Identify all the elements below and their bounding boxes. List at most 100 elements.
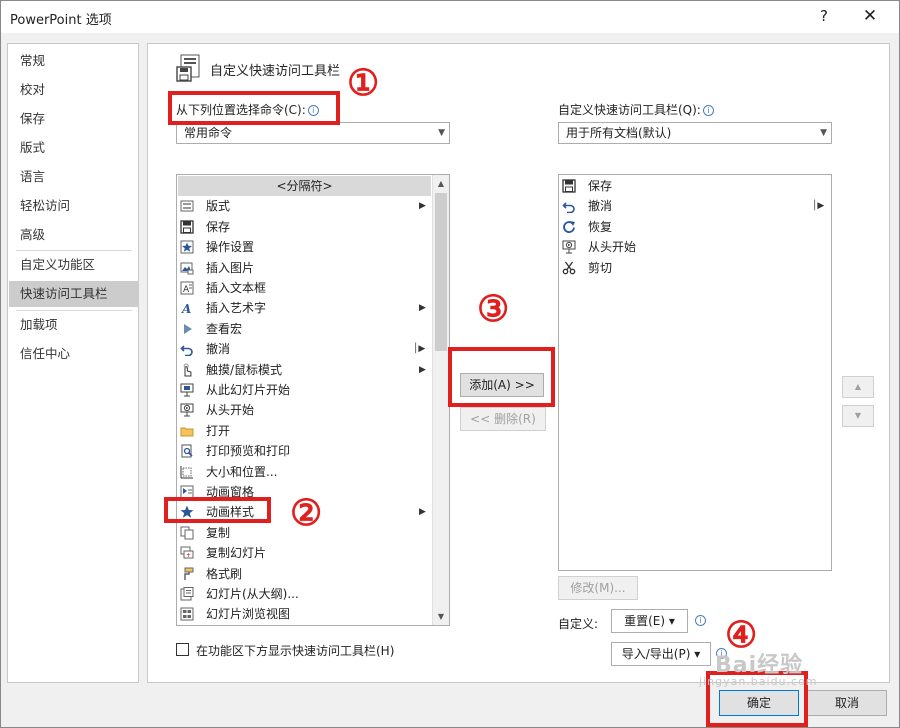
item-label: 查看宏 xyxy=(206,321,243,336)
info-icon: i xyxy=(695,615,706,626)
command-item[interactable]: A 插入文本框 xyxy=(178,278,431,298)
command-item[interactable]: 幻灯片(从大纲)... xyxy=(178,584,431,604)
toolbar-items-list[interactable]: 保存撤消 │▶ 恢复从头开始剪切 xyxy=(558,174,832,571)
command-item[interactable]: 幻灯片浏览视图 xyxy=(178,604,431,624)
import-export-button[interactable]: 导入/导出(P) ▾ xyxy=(611,642,711,666)
item-label: 撤消 xyxy=(206,342,231,357)
category-nav: 常规 校对 保存 版式 语言 轻松访问 高级 自定义功能区 快速访问工具栏 加载… xyxy=(7,43,139,683)
customize-toolbar-value: 用于所有文档(默认) xyxy=(566,126,672,140)
command-item[interactable]: <分隔符> xyxy=(178,176,431,196)
move-down-button[interactable]: ▼ xyxy=(842,405,874,427)
item-label: 保存 xyxy=(588,179,613,193)
commands-list[interactable]: <分隔符> 版式 ▶ 保存 操作设置 插入图片 A 插入文本框 A 插入艺术字 ▶ 查看宏 撤消 │▶ 触摸… xyxy=(176,174,450,626)
help-button[interactable]: ? xyxy=(813,5,835,27)
cancel-button[interactable]: 取消 xyxy=(807,690,887,716)
command-item[interactable]: 版式 ▶ xyxy=(178,196,431,216)
scroll-up-button[interactable]: ▲ xyxy=(433,175,449,192)
nav-item-quick-access-toolbar[interactable]: 快速访问工具栏 xyxy=(9,281,139,307)
item-label: 剪切 xyxy=(588,260,613,275)
customizations-label: 自定义: xyxy=(558,617,599,631)
scroll-thumb[interactable] xyxy=(435,193,447,351)
title-bar: PowerPoint 选项 ? ✕ xyxy=(1,1,899,33)
item-label: 大小和位置... xyxy=(206,464,278,479)
reset-button[interactable]: 重置(E) ▾ xyxy=(611,609,688,633)
nav-item-language[interactable]: 语言 xyxy=(9,164,139,190)
callout-step-3: ③ xyxy=(477,288,510,330)
close-button[interactable]: ✕ xyxy=(857,4,883,28)
submenu-arrow-icon: ▶ xyxy=(419,303,426,314)
move-up-button[interactable]: ▲ xyxy=(842,376,874,398)
item-label: 保存 xyxy=(206,219,231,234)
choose-commands-dropdown[interactable]: 常用命令 ▼ xyxy=(176,122,450,144)
nav-item-add-ins[interactable]: 加载项 xyxy=(9,312,139,338)
nav-divider xyxy=(16,310,132,311)
highlight-box-add-button xyxy=(448,347,555,407)
command-item[interactable]: 打开 xyxy=(178,421,431,441)
action-star-icon xyxy=(180,240,194,254)
nav-item-save[interactable]: 保存 xyxy=(9,106,139,132)
command-item[interactable]: 撤消 │▶ xyxy=(178,339,431,359)
toolbar-item[interactable]: 撤消 │▶ xyxy=(560,196,830,216)
touch-mode-icon xyxy=(183,363,192,377)
layout-icon xyxy=(180,200,194,212)
redo-icon xyxy=(563,220,575,233)
command-item[interactable]: + 复制幻灯片 xyxy=(178,543,431,563)
svg-text:A: A xyxy=(181,302,191,315)
item-label: 版式 xyxy=(206,199,231,214)
watermark-url: jingyan.baidu.com xyxy=(699,675,818,688)
command-item[interactable]: 操作设置 xyxy=(178,237,431,257)
modify-button[interactable]: 修改(M)... xyxy=(558,576,638,600)
duplicate-slide-icon: + xyxy=(180,546,194,559)
nav-item-layout[interactable]: 版式 xyxy=(9,135,139,161)
customize-toolbar-label-text: 自定义快速访问工具栏(Q): xyxy=(558,103,701,117)
quick-access-toolbar-icon xyxy=(176,54,200,82)
insert-picture-icon xyxy=(180,262,194,275)
submenu-arrow-icon: ▶ xyxy=(419,364,426,375)
item-label: 触摸/鼠标模式 xyxy=(206,362,283,377)
show-below-ribbon-checkbox[interactable] xyxy=(176,643,189,656)
slide-outline-icon xyxy=(180,587,194,601)
nav-item-customize-ribbon[interactable]: 自定义功能区 xyxy=(9,252,139,278)
command-item[interactable]: 打印预览和打印 xyxy=(178,441,431,461)
item-label: 从头开始 xyxy=(588,240,637,255)
nav-item-proofing[interactable]: 校对 xyxy=(9,77,139,103)
copy-icon xyxy=(180,526,194,540)
toolbar-item[interactable]: 保存 xyxy=(560,176,830,196)
command-item[interactable]: 格式刷 xyxy=(178,564,431,584)
present-current-icon xyxy=(180,383,194,397)
toolbar-item[interactable]: 恢复 xyxy=(560,217,830,237)
commands-scrollbar[interactable]: ▲ ▼ xyxy=(432,175,449,625)
customize-toolbar-dropdown[interactable]: 用于所有文档(默认) ▼ xyxy=(558,122,832,144)
undo-icon xyxy=(180,345,193,357)
info-icon: i xyxy=(702,105,714,116)
nav-item-trust-center[interactable]: 信任中心 xyxy=(9,341,139,367)
command-item[interactable]: 查看宏 xyxy=(178,319,431,339)
nav-item-accessibility[interactable]: 轻松访问 xyxy=(9,193,139,219)
command-item[interactable]: 从此幻灯片开始 xyxy=(178,380,431,400)
nav-item-general[interactable]: 常规 xyxy=(9,48,139,74)
item-label: 幻灯片浏览视图 xyxy=(206,607,291,622)
command-item[interactable]: 插入图片 xyxy=(178,258,431,278)
play-macro-icon xyxy=(184,323,192,334)
item-label: 从此幻灯片开始 xyxy=(206,383,291,397)
toolbar-item[interactable]: 剪切 xyxy=(560,258,830,278)
toolbar-item[interactable]: 从头开始 xyxy=(560,237,830,257)
size-position-icon xyxy=(180,465,193,479)
nav-item-advanced[interactable]: 高级 xyxy=(9,222,139,248)
folder-icon xyxy=(180,427,194,437)
command-item[interactable]: 大小和位置... xyxy=(178,462,431,482)
remove-button[interactable]: << 删除(R) xyxy=(460,407,546,431)
command-item[interactable]: 保存 xyxy=(178,217,431,237)
format-painter-icon xyxy=(184,567,194,580)
item-label: 复制 xyxy=(206,525,231,540)
item-label: 打开 xyxy=(206,423,231,438)
callout-step-2: ② xyxy=(290,492,323,534)
command-item[interactable]: A 插入艺术字 ▶ xyxy=(178,298,431,318)
present-beginning-icon xyxy=(180,403,194,417)
command-item[interactable]: 从头开始 xyxy=(178,400,431,420)
save-icon xyxy=(180,220,194,234)
undo-icon xyxy=(562,202,575,214)
command-item[interactable]: 触摸/鼠标模式 ▶ xyxy=(178,360,431,380)
save-icon xyxy=(562,179,576,193)
scroll-down-button[interactable]: ▼ xyxy=(433,608,449,625)
